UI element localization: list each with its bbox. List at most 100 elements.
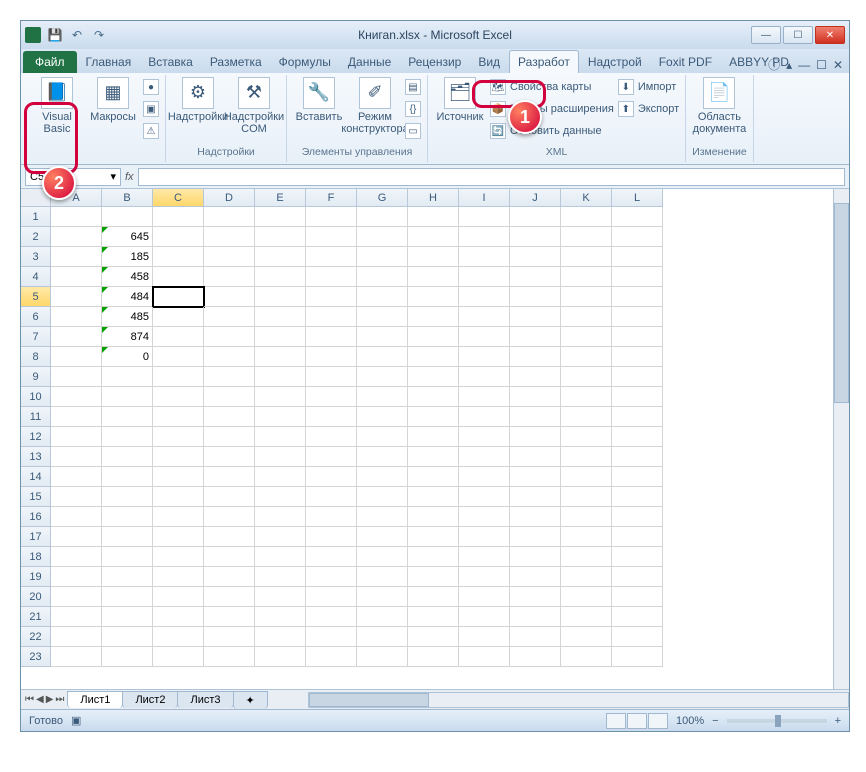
cell-D8[interactable] [204, 347, 255, 367]
cell-I14[interactable] [459, 467, 510, 487]
sheet-prev-icon[interactable]: ◀ [36, 694, 44, 705]
cell-G9[interactable] [357, 367, 408, 387]
cell-I12[interactable] [459, 427, 510, 447]
cell-I22[interactable] [459, 627, 510, 647]
cell-I21[interactable] [459, 607, 510, 627]
cell-I4[interactable] [459, 267, 510, 287]
cell-H1[interactable] [408, 207, 459, 227]
macros-button[interactable]: ▦ Макросы [87, 77, 139, 123]
row-header-15[interactable]: 15 [21, 487, 51, 507]
cell-J5[interactable] [510, 287, 561, 307]
cell-A19[interactable] [51, 567, 102, 587]
cell-F7[interactable] [306, 327, 357, 347]
cell-E19[interactable] [255, 567, 306, 587]
cell-E16[interactable] [255, 507, 306, 527]
cell-F6[interactable] [306, 307, 357, 327]
cell-E1[interactable] [255, 207, 306, 227]
cell-J9[interactable] [510, 367, 561, 387]
cell-I23[interactable] [459, 647, 510, 667]
cell-J21[interactable] [510, 607, 561, 627]
macro-record-icon[interactable]: ▣ [71, 714, 81, 727]
record-macro-button[interactable]: ● [143, 77, 159, 97]
row-header-11[interactable]: 11 [21, 407, 51, 427]
tab-file[interactable]: Файл [23, 51, 77, 73]
col-header-D[interactable]: D [204, 189, 255, 207]
cell-F12[interactable] [306, 427, 357, 447]
col-header-E[interactable]: E [255, 189, 306, 207]
cell-H6[interactable] [408, 307, 459, 327]
cell-L18[interactable] [612, 547, 663, 567]
visual-basic-button[interactable]: 📘 Visual Basic [31, 77, 83, 135]
cell-L7[interactable] [612, 327, 663, 347]
cell-A2[interactable] [51, 227, 102, 247]
row-header-4[interactable]: 4 [21, 267, 51, 287]
cell-H2[interactable] [408, 227, 459, 247]
row-header-2[interactable]: 2 [21, 227, 51, 247]
cell-I5[interactable] [459, 287, 510, 307]
cell-D18[interactable] [204, 547, 255, 567]
cell-K8[interactable] [561, 347, 612, 367]
cell-L4[interactable] [612, 267, 663, 287]
cell-I15[interactable] [459, 487, 510, 507]
cell-C6[interactable] [153, 307, 204, 327]
cell-B4[interactable]: 458 [102, 267, 153, 287]
cell-D6[interactable] [204, 307, 255, 327]
cell-I11[interactable] [459, 407, 510, 427]
cell-H7[interactable] [408, 327, 459, 347]
cell-J19[interactable] [510, 567, 561, 587]
cell-F15[interactable] [306, 487, 357, 507]
cell-K7[interactable] [561, 327, 612, 347]
cell-B11[interactable] [102, 407, 153, 427]
cell-E9[interactable] [255, 367, 306, 387]
col-header-L[interactable]: L [612, 189, 663, 207]
row-header-10[interactable]: 10 [21, 387, 51, 407]
cell-I16[interactable] [459, 507, 510, 527]
cell-H12[interactable] [408, 427, 459, 447]
cell-C23[interactable] [153, 647, 204, 667]
tab-foxit[interactable]: Foxit PDF [651, 51, 720, 73]
cell-I6[interactable] [459, 307, 510, 327]
cell-E12[interactable] [255, 427, 306, 447]
minimize-button[interactable]: — [751, 26, 781, 44]
cell-F20[interactable] [306, 587, 357, 607]
cell-F8[interactable] [306, 347, 357, 367]
cell-L19[interactable] [612, 567, 663, 587]
cell-B3[interactable]: 185 [102, 247, 153, 267]
cell-J4[interactable] [510, 267, 561, 287]
cell-C4[interactable] [153, 267, 204, 287]
cell-J2[interactable] [510, 227, 561, 247]
cell-G2[interactable] [357, 227, 408, 247]
cell-E6[interactable] [255, 307, 306, 327]
cell-E20[interactable] [255, 587, 306, 607]
cell-H23[interactable] [408, 647, 459, 667]
cell-B9[interactable] [102, 367, 153, 387]
cell-E2[interactable] [255, 227, 306, 247]
row-header-9[interactable]: 9 [21, 367, 51, 387]
cell-C14[interactable] [153, 467, 204, 487]
cell-H22[interactable] [408, 627, 459, 647]
xml-import-button[interactable]: ⬇Импорт [618, 77, 679, 97]
cell-F19[interactable] [306, 567, 357, 587]
cell-H20[interactable] [408, 587, 459, 607]
cell-E15[interactable] [255, 487, 306, 507]
cell-J10[interactable] [510, 387, 561, 407]
sheet-next-icon[interactable]: ▶ [46, 694, 54, 705]
cell-F23[interactable] [306, 647, 357, 667]
cell-C8[interactable] [153, 347, 204, 367]
tab-home[interactable]: Главная [78, 51, 140, 73]
cell-C19[interactable] [153, 567, 204, 587]
cell-K11[interactable] [561, 407, 612, 427]
cell-B19[interactable] [102, 567, 153, 587]
namebox-dropdown-icon[interactable]: ▾ [110, 170, 116, 183]
col-header-K[interactable]: K [561, 189, 612, 207]
doc-max-icon[interactable]: ☐ [816, 58, 827, 72]
cell-L20[interactable] [612, 587, 663, 607]
cell-C10[interactable] [153, 387, 204, 407]
cell-L6[interactable] [612, 307, 663, 327]
cell-D16[interactable] [204, 507, 255, 527]
row-header-22[interactable]: 22 [21, 627, 51, 647]
cell-J18[interactable] [510, 547, 561, 567]
cell-B21[interactable] [102, 607, 153, 627]
cell-F4[interactable] [306, 267, 357, 287]
document-panel-button[interactable]: 📄 Область документа [693, 77, 745, 135]
